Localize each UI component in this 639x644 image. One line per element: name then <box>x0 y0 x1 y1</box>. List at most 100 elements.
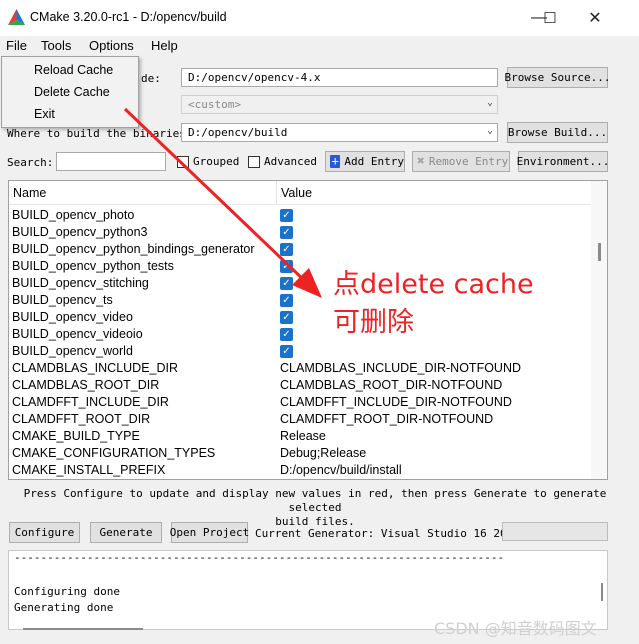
add-entry-button[interactable]: + Add Entry <box>325 151 405 172</box>
generate-button[interactable]: Generate <box>90 522 162 543</box>
table-scrollbar[interactable] <box>591 181 607 479</box>
open-project-button[interactable]: Open Project <box>170 522 249 543</box>
binaries-path-combo[interactable]: D:/opencv/build ⌄ <box>181 123 498 142</box>
cmake-logo-icon <box>8 9 25 25</box>
cache-table[interactable]: Name Value BUILD_opencv_photo ✓ BUILD_open… <box>8 180 608 480</box>
row-name: BUILD_opencv_world <box>12 344 133 358</box>
row-name: CLAMDBLAS_INCLUDE_DIR <box>12 361 179 375</box>
row-value[interactable]: CLAMDFFT_INCLUDE_DIR-NOTFOUND <box>280 395 512 409</box>
output-separator: ----------------------------------------… <box>14 551 505 564</box>
row-name: CMAKE_CONFIGURATION_TYPES <box>12 446 216 460</box>
table-row[interactable]: CLAMDFFT_ROOT_DIR CLAMDFFT_ROOT_DIR-NOTFO… <box>9 411 592 428</box>
table-row[interactable]: CLAMDBLAS_INCLUDE_DIR CLAMDBLAS_INCLUDE_D… <box>9 360 592 377</box>
current-generator: Current Generator: Visual Studio 16 2019 <box>255 527 520 540</box>
remove-icon: ✖ <box>417 154 425 169</box>
row-name: CLAMDFFT_INCLUDE_DIR <box>12 395 169 409</box>
source-path-field[interactable]: D:/opencv/opencv-4.x <box>181 68 498 87</box>
source-label: de: <box>141 72 161 85</box>
annotation-line-2: 可删除 <box>333 307 414 338</box>
row-name: CLAMDBLAS_ROOT_DIR <box>12 378 160 392</box>
preset-value: <custom> <box>188 98 241 111</box>
table-row[interactable]: BUILD_opencv_world ✓ <box>9 343 592 360</box>
table-row[interactable]: CLAMDFFT_INCLUDE_DIR CLAMDFFT_INCLUDE_DIR… <box>9 394 592 411</box>
menu-item-delete-cache[interactable]: Delete Cache <box>34 85 110 99</box>
add-icon: + <box>330 154 341 168</box>
table-row[interactable]: BUILD_opencv_python_bindings_generator ✓ <box>9 241 592 258</box>
annotation-line-1: 点delete cache <box>333 269 534 300</box>
maximize-icon: ☐ <box>543 10 557 27</box>
chevron-down-icon: ⌄ <box>486 125 493 136</box>
row-name: BUILD_opencv_python_bindings_generator <box>12 242 255 256</box>
output-line: Configuring done <box>14 585 120 598</box>
checkbox-checked-icon[interactable]: ✓ <box>280 260 293 273</box>
row-name: BUILD_opencv_stitching <box>12 276 149 290</box>
preset-combo: <custom> ⌄ <box>181 95 498 114</box>
checkbox-checked-icon[interactable]: ✓ <box>280 209 293 222</box>
menu-item-reload-cache[interactable]: Reload Cache <box>34 63 113 77</box>
row-name: BUILD_opencv_photo <box>12 208 135 222</box>
watermark: CSDN @知音数码图文 <box>434 619 597 638</box>
binaries-label: Where to build the binaries: <box>7 127 193 140</box>
checkbox-checked-icon[interactable]: ✓ <box>280 294 293 307</box>
row-value[interactable]: CLAMDBLAS_INCLUDE_DIR-NOTFOUND <box>280 361 521 375</box>
grouped-label: Grouped <box>193 155 240 168</box>
browse-source-button[interactable]: Browse Source... <box>505 67 610 88</box>
info-line-1: Press Configure to update and display ne… <box>23 487 607 514</box>
add-entry-label: Add Entry <box>344 155 404 168</box>
output-horizontal-scrollbar[interactable] <box>23 628 143 630</box>
remove-entry-label: Remove Entry <box>428 155 509 168</box>
output-line: Generating done <box>14 601 114 614</box>
column-divider <box>276 181 277 205</box>
close-button[interactable]: ✕ <box>580 6 610 30</box>
file-dropdown-menu: Reload Cache Delete Cache Exit <box>1 56 139 128</box>
scrollbar-thumb[interactable] <box>598 243 601 261</box>
menu-bar: File Tools Options Help <box>0 36 639 56</box>
row-value[interactable]: CLAMDBLAS_ROOT_DIR-NOTFOUND <box>280 378 502 392</box>
menu-item-exit[interactable]: Exit <box>34 107 55 121</box>
row-value[interactable]: D:/opencv/build/install <box>280 463 402 477</box>
table-row[interactable]: BUILD_opencv_photo ✓ <box>9 207 592 224</box>
maximize-button[interactable]: ☐ <box>535 6 565 30</box>
row-name: BUILD_opencv_python_tests <box>12 259 174 273</box>
row-name: CMAKE_INSTALL_PREFIX <box>12 463 166 477</box>
environment-button[interactable]: Environment... <box>517 151 609 172</box>
row-value[interactable]: CLAMDFFT_ROOT_DIR-NOTFOUND <box>280 412 493 426</box>
browse-build-button[interactable]: Browse Build... <box>507 122 608 143</box>
table-row[interactable]: CMAKE_CONFIGURATION_TYPES Debug;Release <box>9 445 592 462</box>
configure-button[interactable]: Configure <box>9 522 80 543</box>
menu-options[interactable]: Options <box>89 38 134 53</box>
search-input[interactable] <box>56 152 166 171</box>
table-row[interactable]: CMAKE_INSTALL_PREFIX D:/opencv/build/inst… <box>9 462 592 479</box>
remove-entry-button[interactable]: ✖ Remove Entry <box>412 151 510 172</box>
checkbox-checked-icon[interactable]: ✓ <box>280 277 293 290</box>
window-title: CMake 3.20.0-rc1 - D:/opencv/build <box>30 10 227 24</box>
menu-tools[interactable]: Tools <box>41 38 71 53</box>
menu-file[interactable]: File <box>6 38 27 53</box>
table-header: Name Value <box>9 181 592 205</box>
row-name: CLAMDFFT_ROOT_DIR <box>12 412 151 426</box>
menu-help[interactable]: Help <box>151 38 178 53</box>
checkbox-checked-icon[interactable]: ✓ <box>280 328 293 341</box>
row-value[interactable]: Debug;Release <box>280 446 366 460</box>
table-row[interactable]: CLAMDBLAS_ROOT_DIR CLAMDBLAS_ROOT_DIR-NOT… <box>9 377 592 394</box>
table-row[interactable]: CMAKE_BUILD_TYPE Release <box>9 428 592 445</box>
checkbox-checked-icon[interactable]: ✓ <box>280 311 293 324</box>
column-header-value[interactable]: Value <box>281 186 312 200</box>
row-name: BUILD_opencv_python3 <box>12 225 148 239</box>
row-value[interactable]: Release <box>280 429 326 443</box>
table-row[interactable]: BUILD_opencv_videoio ✓ <box>9 326 592 343</box>
row-name: BUILD_opencv_video <box>12 310 133 324</box>
column-header-name[interactable]: Name <box>13 186 46 200</box>
output-scrollbar-thumb[interactable] <box>601 583 603 601</box>
advanced-label: Advanced <box>264 155 317 168</box>
table-row[interactable]: BUILD_opencv_python3 ✓ <box>9 224 592 241</box>
checkbox-checked-icon[interactable]: ✓ <box>280 226 293 239</box>
advanced-checkbox[interactable] <box>248 156 260 168</box>
grouped-checkbox[interactable] <box>177 156 189 168</box>
chevron-down-icon: ⌄ <box>486 97 493 108</box>
row-name: BUILD_opencv_videoio <box>12 327 143 341</box>
table-row[interactable]: BUILD_opencv_video ✓ <box>9 309 592 326</box>
checkbox-checked-icon[interactable]: ✓ <box>280 345 293 358</box>
checkbox-checked-icon[interactable]: ✓ <box>280 243 293 256</box>
row-name: CMAKE_BUILD_TYPE <box>12 429 140 443</box>
